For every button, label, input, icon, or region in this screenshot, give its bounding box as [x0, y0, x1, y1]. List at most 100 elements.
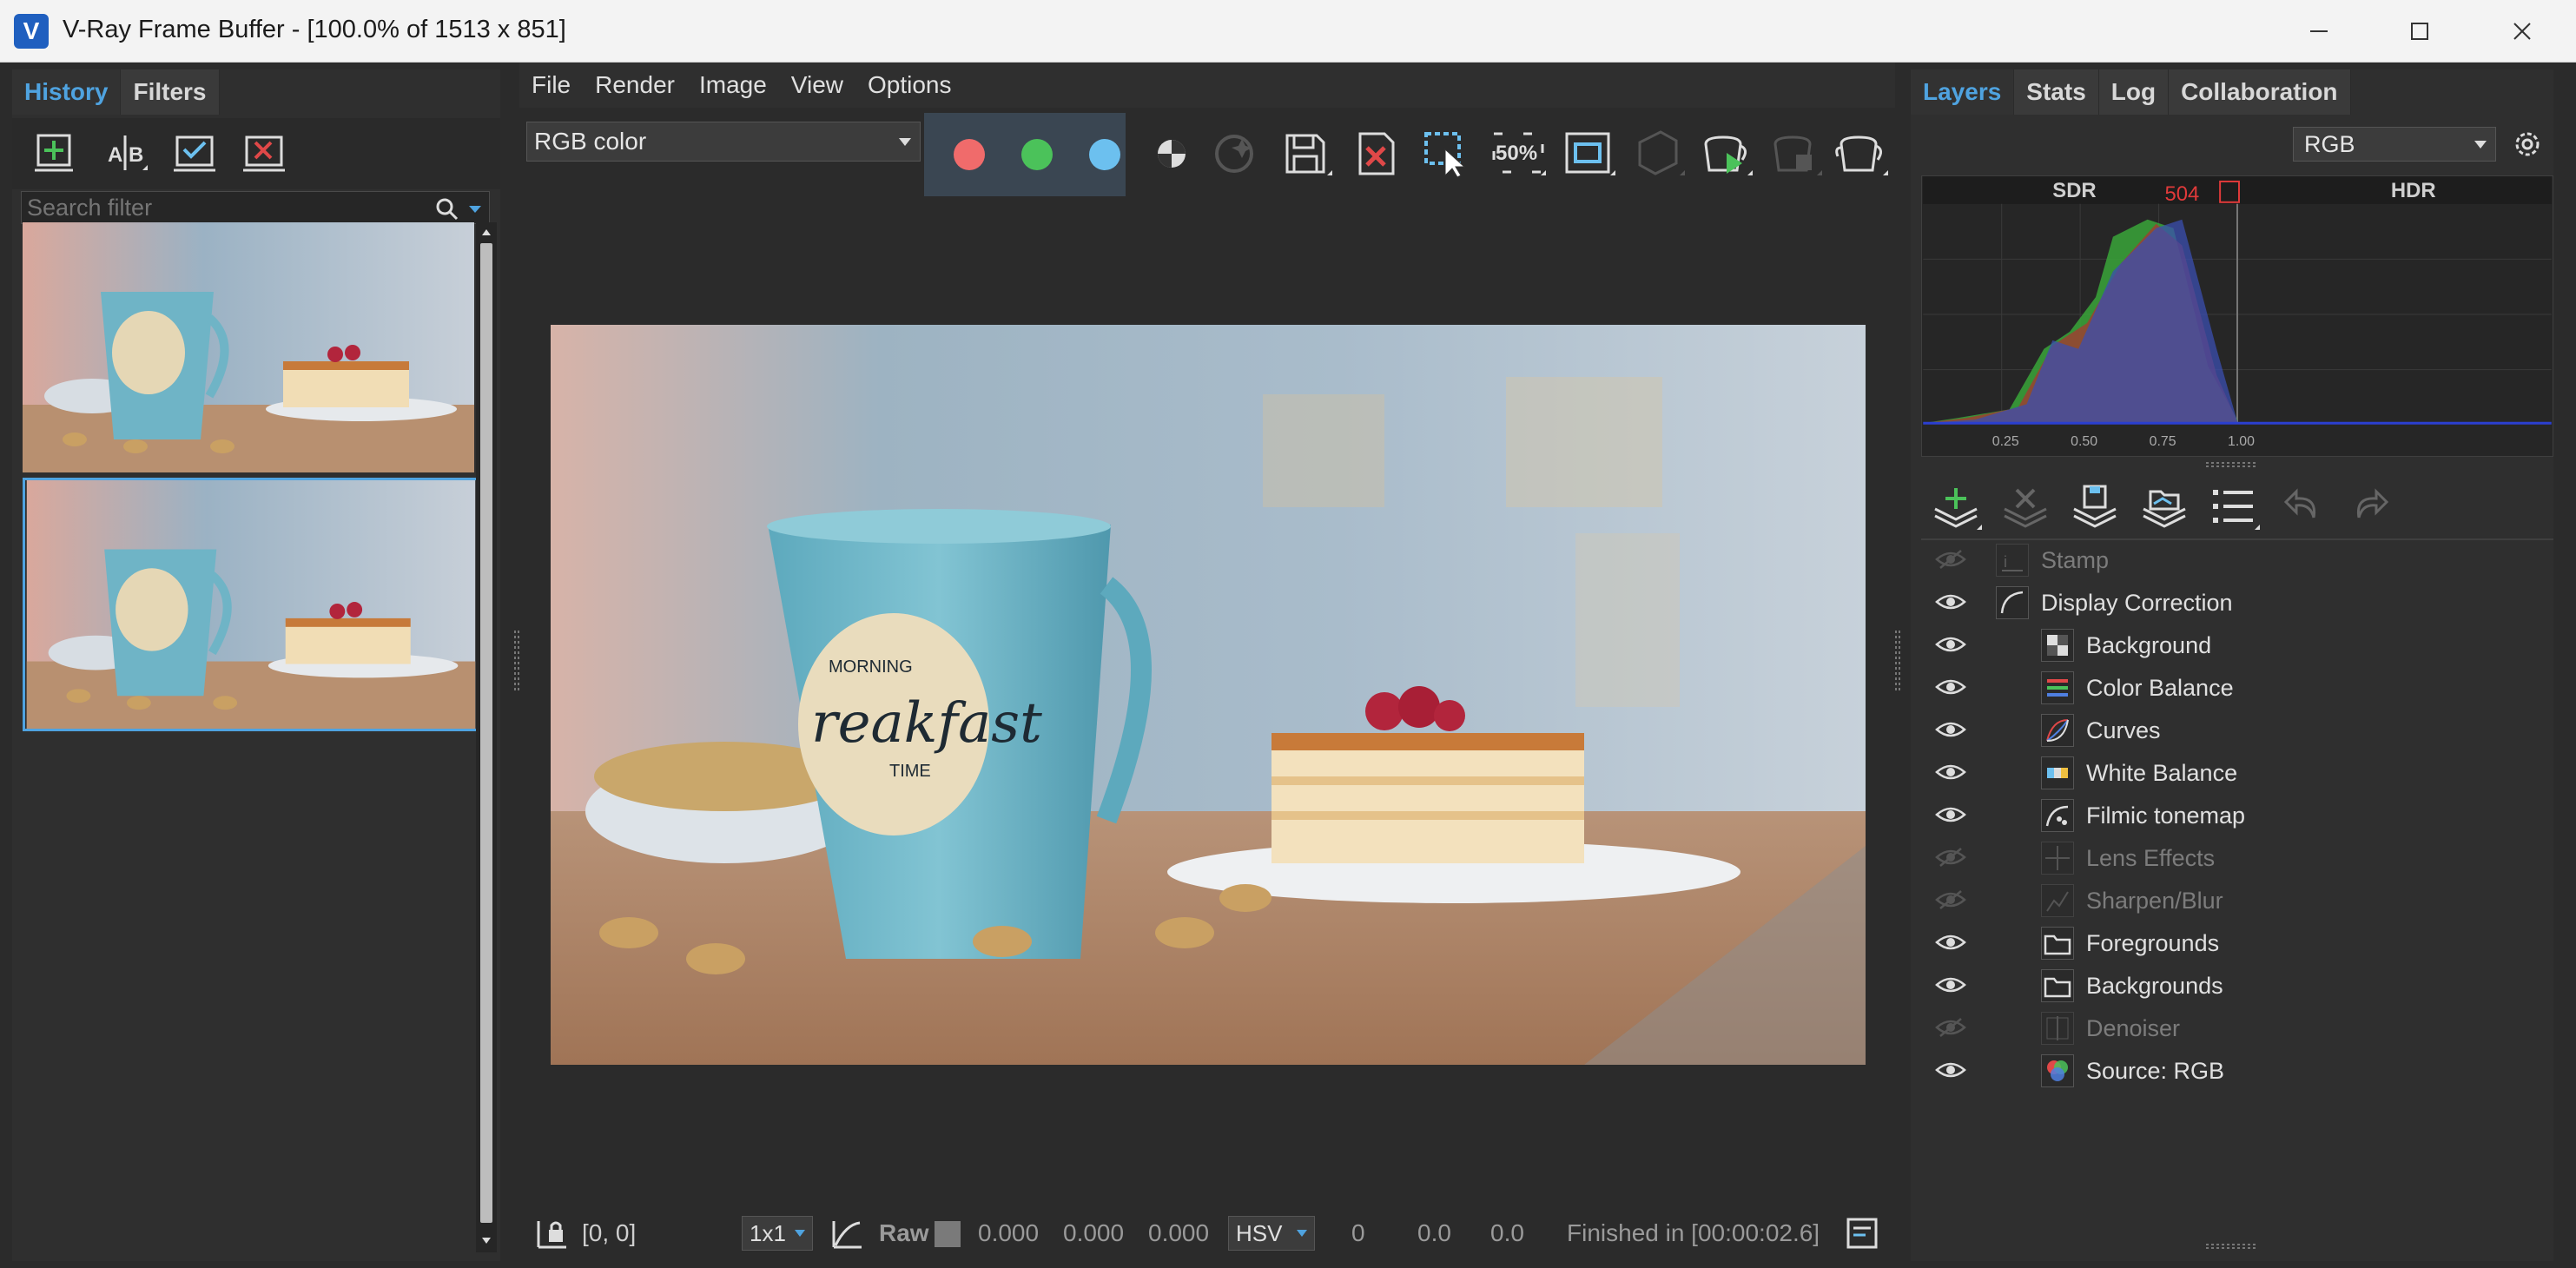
eye-icon[interactable]: [1935, 1060, 1966, 1080]
remove-history-button[interactable]: [238, 127, 290, 179]
close-button[interactable]: [2487, 9, 2557, 54]
lock-coordinates-icon[interactable]: [535, 1216, 570, 1251]
load-history-button[interactable]: [168, 127, 221, 179]
load-layers-icon[interactable]: [2137, 479, 2192, 535]
add-history-button[interactable]: [30, 127, 82, 179]
interactive-render-disabled-icon[interactable]: [1629, 125, 1687, 182]
stamp-icon: i: [1996, 544, 2029, 577]
scroll-down-icon[interactable]: [481, 1237, 492, 1245]
search-icon[interactable]: [435, 197, 459, 221]
blue-value: 0.000: [1148, 1219, 1210, 1246]
color-curve-icon[interactable]: [830, 1216, 865, 1251]
histogram-channel-select[interactable]: RGB: [2293, 127, 2496, 162]
search-filter-input[interactable]: [27, 192, 426, 223]
svg-text:50%: 50%: [1496, 142, 1537, 165]
svg-text:i: i: [2004, 553, 2007, 571]
tab-stats[interactable]: Stats: [2014, 69, 2099, 115]
eye-icon[interactable]: [1935, 591, 1966, 612]
maximize-button[interactable]: [2385, 9, 2454, 54]
layer-name: White Balance: [2086, 760, 2238, 786]
menu-view[interactable]: View: [779, 63, 855, 108]
layer-row[interactable]: Background: [1921, 624, 2553, 666]
minimize-icon: [2310, 30, 2328, 32]
stop-render-disabled-icon[interactable]: [1767, 125, 1824, 182]
history-thumbnail-1[interactable]: [23, 222, 474, 472]
tab-layers[interactable]: Layers: [1911, 69, 2015, 115]
scroll-up-icon[interactable]: [481, 228, 492, 236]
tab-collaboration[interactable]: Collaboration: [2169, 69, 2351, 115]
eye-icon[interactable]: [1935, 634, 1966, 655]
layer-row[interactable]: Curves: [1921, 709, 2553, 751]
save-layers-icon[interactable]: [2067, 479, 2123, 535]
layer-row[interactable]: Filmic tonemap: [1921, 794, 2553, 836]
eye-icon[interactable]: [1935, 719, 1966, 740]
history-scrollbar[interactable]: [476, 222, 497, 1252]
sampling-select[interactable]: 1x1: [742, 1216, 813, 1251]
layer-row[interactable]: Source: RGB: [1921, 1049, 2553, 1092]
blue-channel-toggle[interactable]: [1089, 139, 1120, 170]
zoom-50-icon[interactable]: 50%: [1490, 125, 1548, 182]
delete-layer-disabled-icon[interactable]: [1998, 479, 2053, 535]
gear-icon[interactable]: [2510, 127, 2545, 162]
layer-row[interactable]: Backgrounds: [1921, 964, 2553, 1007]
monochrome-icon[interactable]: [1205, 125, 1263, 182]
layer-name: Foregrounds: [2086, 930, 2220, 956]
eye-off-icon[interactable]: [1935, 549, 1966, 570]
render-region-frame-icon[interactable]: [1560, 125, 1617, 182]
ab-compare-button[interactable]: A B: [99, 127, 151, 179]
undo-icon[interactable]: [2275, 479, 2331, 535]
layer-row[interactable]: White Balance: [1921, 751, 2553, 794]
eye-icon[interactable]: [1935, 762, 1966, 783]
panel-resize-grip[interactable]: [2206, 1242, 2258, 1251]
vray-logo-icon: V: [14, 14, 49, 49]
layer-row[interactable]: Denoiser: [1921, 1007, 2553, 1049]
render-toolbar: RGB color 50%: [519, 113, 1895, 196]
minimize-button[interactable]: [2284, 9, 2354, 54]
start-interactive-render-icon[interactable]: [1697, 125, 1754, 182]
redo-icon[interactable]: [2342, 479, 2397, 535]
tab-history[interactable]: History: [12, 69, 122, 115]
menu-image[interactable]: Image: [687, 63, 779, 108]
menu-render[interactable]: Render: [583, 63, 687, 108]
layer-row[interactable]: i Stamp: [1921, 538, 2553, 581]
layer-name: Source: RGB: [2086, 1058, 2225, 1084]
channel-select[interactable]: RGB color: [526, 122, 921, 162]
eye-off-icon[interactable]: [1935, 1017, 1966, 1038]
render-image[interactable]: reakfast MORNING TIME: [551, 325, 1866, 1065]
layer-row[interactable]: Lens Effects: [1921, 836, 2553, 879]
green-channel-toggle[interactable]: [1021, 139, 1053, 170]
layer-row[interactable]: Color Balance: [1921, 666, 2553, 709]
maximize-icon: [2411, 23, 2428, 40]
eye-off-icon[interactable]: [1935, 847, 1966, 868]
log-panel-icon[interactable]: [1846, 1218, 1878, 1249]
layer-row[interactable]: Display Correction: [1921, 581, 2553, 624]
menu-file[interactable]: File: [519, 63, 583, 108]
history-thumbnail-2[interactable]: [23, 478, 479, 731]
eye-off-icon[interactable]: [1935, 889, 1966, 910]
layer-name: Filmic tonemap: [2086, 802, 2246, 829]
layer-row[interactable]: Foregrounds: [1921, 921, 2553, 964]
region-render-icon[interactable]: [1419, 125, 1476, 182]
clear-image-icon[interactable]: [1348, 125, 1405, 182]
eye-icon[interactable]: [1935, 932, 1966, 953]
chevron-down-icon: [1297, 1230, 1307, 1237]
scrollbar-thumb[interactable]: [480, 243, 492, 1223]
red-channel-toggle[interactable]: [954, 139, 985, 170]
tab-log[interactable]: Log: [2098, 69, 2170, 115]
color-mode-select[interactable]: HSV: [1228, 1216, 1315, 1251]
filmic-icon: [2041, 799, 2074, 832]
menu-options[interactable]: Options: [855, 63, 964, 108]
layer-presets-icon[interactable]: [2206, 479, 2262, 535]
eye-icon[interactable]: [1935, 677, 1966, 697]
eye-icon[interactable]: [1935, 974, 1966, 995]
add-layer-icon[interactable]: [1928, 479, 1984, 535]
layer-name: Lens Effects: [2086, 845, 2216, 871]
alpha-channel-icon[interactable]: [1143, 125, 1200, 182]
histogram[interactable]: SDR HDR 504 0.25 0.50 0.75 1.00: [1921, 175, 2553, 457]
eye-icon[interactable]: [1935, 804, 1966, 825]
save-image-icon[interactable]: [1277, 125, 1334, 182]
layer-row[interactable]: Sharpen/Blur: [1921, 879, 2553, 921]
search-dropdown-icon[interactable]: [468, 204, 482, 215]
render-teapot-icon[interactable]: [1833, 125, 1890, 182]
tab-filters[interactable]: Filters: [121, 69, 220, 115]
